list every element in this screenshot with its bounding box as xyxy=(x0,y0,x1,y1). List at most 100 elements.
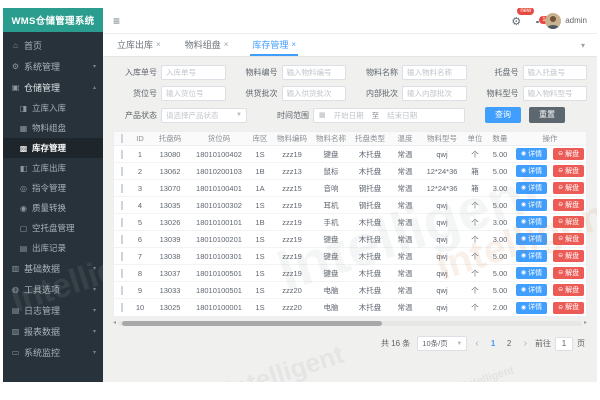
info-circle-icon: ◉ xyxy=(521,305,526,311)
table-row[interactable]: 513026180101001011Bzzz19手机木托盘常温qwj个3.00◉… xyxy=(114,214,586,231)
sidebar-item-日志管理[interactable]: ▤日志管理▾ xyxy=(3,300,103,321)
next-page-button[interactable]: › xyxy=(523,339,528,349)
table-row[interactable]: 213062180102001031Bzzz13鼠标木托盘常温12*24*36箱… xyxy=(114,163,586,180)
sidebar-item-基础数据[interactable]: ▥基础数据▾ xyxy=(3,258,103,279)
filter-input-托盘号[interactable] xyxy=(523,65,588,80)
sidebar-item-立库出库[interactable]: ◧立库出库 xyxy=(3,158,103,178)
row-checkbox[interactable] xyxy=(121,150,123,159)
total-count: 共 16 条 xyxy=(381,338,410,349)
detail-button[interactable]: ◉详情 xyxy=(516,250,547,262)
unbind-button[interactable]: ⊖解盘 xyxy=(553,284,584,296)
cell-qty: 2.00 xyxy=(486,303,514,312)
column-header-操作: 操作 xyxy=(514,133,586,144)
filter-input-物料编号[interactable] xyxy=(282,65,347,80)
sidebar-item-仓储管理[interactable]: ▣仓储管理▴ xyxy=(3,77,103,98)
table-row[interactable]: 613039180101002011Szzz19键盘木托盘常温qwj个3.00◉… xyxy=(114,231,586,248)
filter-input-货位号[interactable] xyxy=(161,86,226,101)
date-range-picker[interactable]: ▦ 开始日期 至 结束日期 xyxy=(313,108,465,123)
filter-input-内部批次[interactable] xyxy=(402,86,467,101)
sidebar-item-出库记录[interactable]: ▤出库记录 xyxy=(3,238,103,258)
table-row[interactable]: 313070180101004011Azzz15音响钢托盘常温12*24*36箱… xyxy=(114,180,586,197)
user-menu[interactable]: admin xyxy=(545,13,587,29)
sidebar-item-工具选项[interactable]: ◍工具选项▾ xyxy=(3,279,103,300)
select-all-checkbox[interactable] xyxy=(121,134,123,143)
tab-likuchuku[interactable]: 立库出库 × xyxy=(115,34,163,56)
unbind-button[interactable]: ⊖解盘 xyxy=(553,182,584,194)
scrollbar-track[interactable] xyxy=(118,321,582,326)
product-status-field: 产品状态 请选择产品状态 ▼ xyxy=(113,108,251,123)
row-checkbox[interactable] xyxy=(121,218,123,227)
tab-wuliaozupan[interactable]: 物料组盘 × xyxy=(183,34,231,56)
page-number-1[interactable]: 1 xyxy=(487,337,500,350)
sidebar-item-系统管理[interactable]: ⚙系统管理▾ xyxy=(3,56,103,77)
unbind-button-label: 解盘 xyxy=(565,168,579,175)
detail-button[interactable]: ◉详情 xyxy=(516,267,547,279)
unbind-button[interactable]: ⊖解盘 xyxy=(553,267,584,279)
column-header-托盘类型: 托盘类型 xyxy=(350,133,390,144)
table-row[interactable]: 913033180101005011Szzz20电脑木托盘常温qwj个5.00◉… xyxy=(114,282,586,299)
row-checkbox[interactable] xyxy=(121,303,123,312)
detail-button[interactable]: ◉详情 xyxy=(516,302,547,314)
sidebar-item-质量转换[interactable]: ◉质量转换 xyxy=(3,198,103,218)
sidebar-item-库存管理[interactable]: ▩库存管理 xyxy=(3,138,103,158)
sidebar-item-首页[interactable]: ⌂首页 xyxy=(3,35,103,56)
row-checkbox[interactable] xyxy=(121,252,123,261)
sidebar-item-空托盘管理[interactable]: ▢空托盘管理 xyxy=(3,218,103,238)
close-icon[interactable]: × xyxy=(224,40,229,49)
filter-input-物料型号[interactable] xyxy=(523,86,588,101)
row-checkbox[interactable] xyxy=(121,235,123,244)
sidebar-item-报表数据[interactable]: ▧报表数据▾ xyxy=(3,321,103,342)
page-number-2[interactable]: 2 xyxy=(503,337,516,350)
table-row[interactable]: 813037180101005011Szzz19键盘木托盘常温qwj个5.00◉… xyxy=(114,265,586,282)
goto-page-input[interactable] xyxy=(555,337,573,351)
sidebar-item-立库入库[interactable]: ◨立库入库 xyxy=(3,98,103,118)
filter-input-入库单号[interactable] xyxy=(161,65,226,80)
scrollbar-thumb[interactable] xyxy=(122,321,382,326)
row-checkbox[interactable] xyxy=(121,269,123,278)
unbind-button[interactable]: ⊖解盘 xyxy=(553,148,584,160)
hamburger-menu-icon[interactable]: ≡ xyxy=(113,15,120,27)
sidebar-item-label: 工具选项 xyxy=(24,283,60,296)
chevron-down-icon[interactable]: ▾ xyxy=(581,41,585,50)
detail-button[interactable]: ◉详情 xyxy=(516,284,547,296)
search-button[interactable]: 查询 xyxy=(485,107,521,123)
row-checkbox[interactable] xyxy=(121,167,123,176)
detail-button[interactable]: ◉详情 xyxy=(516,182,547,194)
sidebar-item-指令管理[interactable]: ◎指令管理 xyxy=(3,178,103,198)
unbind-button[interactable]: ⊖解盘 xyxy=(553,233,584,245)
detail-button[interactable]: ◉详情 xyxy=(516,199,547,211)
page-size-select[interactable]: 10条/页 ▼ xyxy=(417,336,467,351)
cell-unit: 个 xyxy=(464,217,486,228)
close-icon[interactable]: × xyxy=(156,40,161,49)
reset-button[interactable]: 重置 xyxy=(529,107,565,123)
unbind-button[interactable]: ⊖解盘 xyxy=(553,165,584,177)
detail-button[interactable]: ◉详情 xyxy=(516,148,547,160)
scroll-left-icon[interactable]: ◂ xyxy=(113,320,116,326)
scroll-right-icon[interactable]: ▸ xyxy=(584,320,587,326)
close-icon[interactable]: × xyxy=(291,40,296,49)
table-row[interactable]: 413035180101003021Szzz19耳机钢托盘常温qwj个5.00◉… xyxy=(114,197,586,214)
unbind-button[interactable]: ⊖解盘 xyxy=(553,302,584,314)
sidebar-item-系统监控[interactable]: ▭系统监控▾ xyxy=(3,342,103,363)
unbind-button[interactable]: ⊖解盘 xyxy=(553,199,584,211)
table-row[interactable]: 713038180101003011Szzz19键盘木托盘常温qwj个5.00◉… xyxy=(114,248,586,265)
unbind-button[interactable]: ⊖解盘 xyxy=(553,250,584,262)
sidebar-item-物料组盘[interactable]: ▦物料组盘 xyxy=(3,118,103,138)
row-checkbox[interactable] xyxy=(121,286,123,295)
detail-button[interactable]: ◉详情 xyxy=(516,165,547,177)
row-checkbox[interactable] xyxy=(121,201,123,210)
detail-button[interactable]: ◉详情 xyxy=(516,233,547,245)
prev-page-button[interactable]: ‹ xyxy=(474,339,479,349)
filter-input-供货批次[interactable] xyxy=(282,86,347,101)
cell-id: 7 xyxy=(130,252,150,261)
row-checkbox[interactable] xyxy=(121,184,123,193)
filter-input-物料名称[interactable] xyxy=(402,65,467,80)
table-row[interactable]: 113080180101004021Szzz19键盘木托盘常温qwj个5.00◉… xyxy=(114,146,586,163)
settings-button[interactable]: ⚙ new xyxy=(511,12,521,30)
column-header-单位: 单位 xyxy=(464,133,486,144)
product-status-select[interactable]: 请选择产品状态 ▼ xyxy=(161,108,247,123)
tab-kucunguanli[interactable]: 库存管理 × xyxy=(250,34,298,56)
unbind-button[interactable]: ⊖解盘 xyxy=(553,216,584,228)
detail-button[interactable]: ◉详情 xyxy=(516,216,547,228)
table-row[interactable]: 1013025180101000011Szzz20电脑木托盘常温qwj个2.00… xyxy=(114,299,586,316)
